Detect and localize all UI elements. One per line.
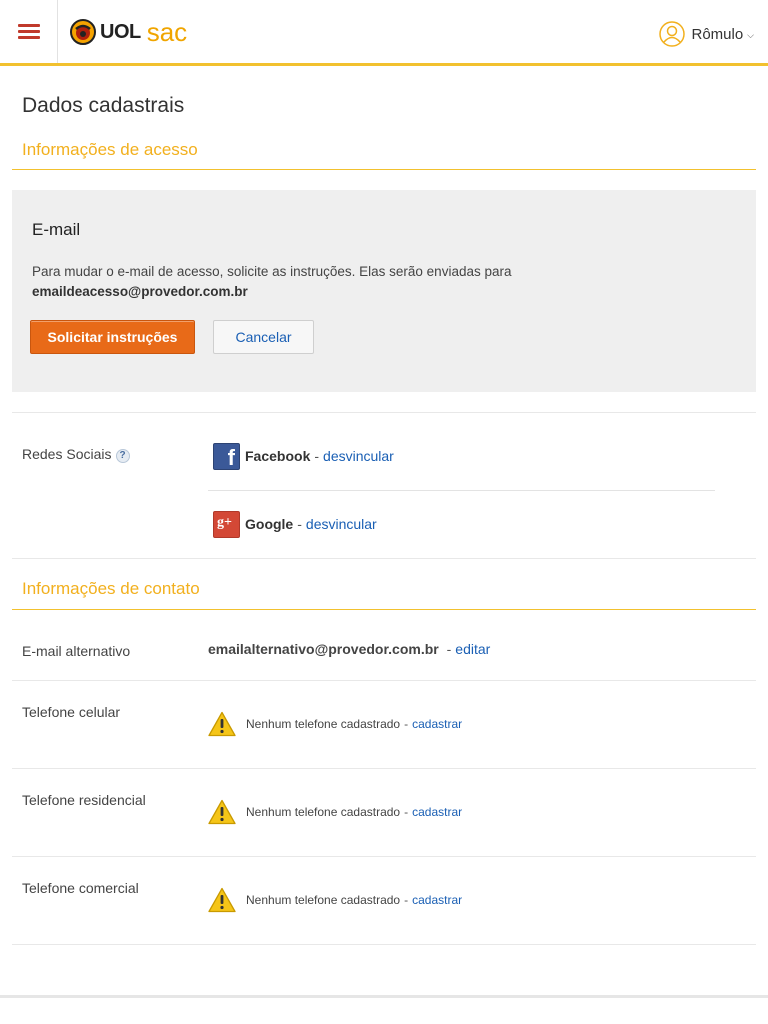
separator: - — [314, 448, 320, 464]
footer-divider — [0, 995, 768, 998]
separator: - — [404, 717, 409, 731]
contact-section-title: Informações de contato — [22, 579, 200, 598]
cancel-button[interactable]: Cancelar — [213, 320, 314, 354]
uol-sac-logo[interactable]: UOL sac — [70, 17, 187, 47]
social-networks-label: Redes Sociais? — [22, 446, 130, 463]
hamburger-icon-bar — [18, 36, 40, 39]
email-change-panel: E-mail Para mudar o e-mail de acesso, so… — [12, 190, 756, 392]
row-divider — [12, 856, 756, 857]
warning-icon — [208, 799, 236, 825]
social-item-facebook: f Facebook - desvincular — [213, 442, 394, 470]
separator: - — [446, 641, 452, 657]
row-divider — [12, 558, 756, 559]
work-phone-row: Nenhum telefone cadastrado - cadastrar — [208, 886, 462, 914]
home-phone-register-link[interactable]: cadastrar — [412, 805, 462, 819]
home-phone-label: Telefone residencial — [22, 792, 146, 808]
user-name: Rômulo — [691, 25, 744, 43]
facebook-label: Facebook — [245, 448, 311, 464]
user-menu[interactable]: Rômulo ⌵ — [659, 20, 754, 48]
google-unlink-link[interactable]: desvincular — [306, 516, 377, 532]
alt-email-row: emailalternativo@provedor.com.br - editar — [208, 641, 490, 657]
request-instructions-button[interactable]: Solicitar instruções — [30, 320, 195, 354]
section-divider — [12, 169, 756, 170]
help-icon[interactable]: ? — [115, 449, 130, 463]
social-networks-label-text: Redes Sociais — [22, 446, 112, 462]
chevron-down-icon: ⌵ — [747, 29, 754, 40]
menu-button[interactable] — [0, 0, 58, 63]
alt-email-edit-link[interactable]: editar — [455, 641, 490, 657]
logo-uol-text: UOL — [100, 20, 141, 43]
facebook-icon: f — [213, 442, 240, 470]
home-phone-status: Nenhum telefone cadastrado — [246, 805, 401, 819]
mobile-phone-status: Nenhum telefone cadastrado — [246, 717, 401, 731]
work-phone-register-link[interactable]: cadastrar — [412, 893, 462, 907]
alt-email-value: emailalternativo@provedor.com.br — [208, 641, 439, 657]
separator: - — [297, 516, 302, 532]
facebook-unlink-link[interactable]: desvincular — [323, 448, 394, 464]
row-divider — [12, 680, 756, 681]
warning-icon — [208, 711, 236, 737]
google-label: Google — [245, 516, 294, 532]
social-divider — [208, 490, 715, 491]
section-divider — [12, 609, 756, 610]
email-description-text: Para mudar o e-mail de acesso, solicite … — [32, 264, 512, 279]
access-section-title: Informações de acesso — [22, 140, 198, 159]
google-plus-icon: g+ — [213, 510, 240, 538]
user-avatar-icon — [659, 21, 686, 47]
alt-email-label: E-mail alternativo — [22, 643, 131, 659]
mobile-phone-label: Telefone celular — [22, 704, 121, 720]
row-divider — [12, 412, 756, 413]
warning-icon — [208, 887, 236, 913]
hamburger-icon — [18, 24, 40, 27]
work-phone-label: Telefone comercial — [22, 880, 139, 896]
mobile-phone-register-link[interactable]: cadastrar — [412, 717, 462, 731]
access-email-address: emaildeacesso@provedor.com.br — [32, 284, 248, 299]
uol-logo-icon — [70, 19, 96, 45]
email-heading: E-mail — [32, 220, 81, 239]
logo-sac-text: sac — [146, 16, 188, 47]
separator: - — [404, 805, 409, 819]
email-description: Para mudar o e-mail de acesso, solicite … — [32, 262, 512, 302]
mobile-phone-row: Nenhum telefone cadastrado - cadastrar — [208, 710, 462, 738]
row-divider — [12, 944, 756, 945]
hamburger-icon-bar — [18, 30, 40, 33]
page-title: Dados cadastrais — [22, 94, 185, 117]
separator: - — [404, 893, 409, 907]
work-phone-status: Nenhum telefone cadastrado — [246, 893, 401, 907]
row-divider — [12, 768, 756, 769]
home-phone-row: Nenhum telefone cadastrado - cadastrar — [208, 798, 462, 826]
social-item-google: g+ Google - desvincular — [213, 510, 377, 538]
top-header: UOL sac Rômulo ⌵ — [0, 0, 768, 66]
